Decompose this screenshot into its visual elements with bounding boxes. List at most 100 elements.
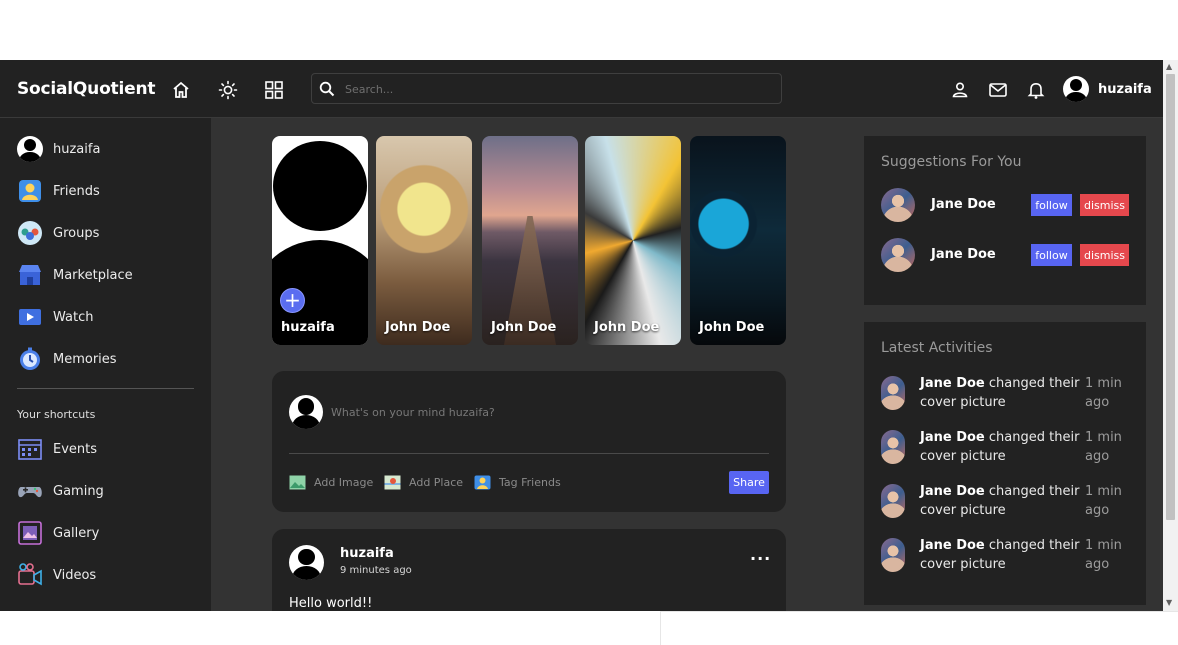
sidebar-item-label: huzaifa bbox=[53, 141, 101, 157]
bell-icon[interactable] bbox=[1026, 80, 1046, 100]
story-card-own[interactable]: + huzaifa bbox=[272, 136, 368, 345]
add-image-button[interactable]: Add Image bbox=[289, 474, 373, 490]
add-story-button[interactable]: + bbox=[280, 288, 305, 313]
action-label: Add Image bbox=[314, 475, 374, 489]
story-card[interactable]: John Doe bbox=[585, 136, 681, 345]
sidebar-item-label: Gaming bbox=[53, 483, 104, 499]
suggestion-row: Jane Doe follow dismiss bbox=[881, 188, 1131, 222]
sidebar-item-label: Events bbox=[53, 441, 98, 457]
memories-icon bbox=[20, 347, 40, 370]
sun-icon[interactable] bbox=[218, 80, 238, 100]
sidebar-item-marketplace[interactable]: Marketplace bbox=[17, 262, 133, 288]
activity-row: Jane Doe changed their cover picture 1 m… bbox=[881, 428, 1141, 468]
add-place-button[interactable]: Add Place bbox=[384, 474, 463, 490]
scrollbar-thumb[interactable] bbox=[1166, 74, 1175, 520]
sidebar-item-events[interactable]: Events bbox=[17, 436, 97, 462]
search-bar[interactable] bbox=[311, 73, 782, 104]
grid-icon[interactable] bbox=[264, 80, 284, 100]
more-options-icon[interactable]: ··· bbox=[750, 549, 771, 568]
user-avatar[interactable] bbox=[881, 238, 915, 272]
sidebar-item-label: Groups bbox=[53, 225, 100, 241]
post-author[interactable]: huzaifa bbox=[340, 546, 394, 561]
story-name: John Doe bbox=[594, 320, 660, 335]
map-icon bbox=[384, 475, 401, 489]
home-icon[interactable] bbox=[171, 80, 191, 100]
person-icon[interactable] bbox=[950, 80, 970, 100]
watch-icon bbox=[19, 309, 41, 325]
activity-message: Jane Doe changed their cover picture bbox=[920, 428, 1080, 466]
post-card: huzaifa 9 minutes ago ··· Hello world!! bbox=[272, 529, 786, 611]
panel-title: Latest Activities bbox=[881, 340, 993, 356]
sidebar-item-label: Watch bbox=[53, 309, 94, 325]
avatar[interactable] bbox=[289, 545, 324, 580]
activity-user[interactable]: Jane Doe bbox=[920, 484, 985, 499]
friends-icon bbox=[474, 475, 491, 489]
friends-icon bbox=[19, 180, 41, 202]
sidebar-item-label: Friends bbox=[53, 183, 100, 199]
sidebar-item-label: Videos bbox=[53, 567, 97, 583]
gaming-icon bbox=[18, 487, 42, 498]
sidebar-item-friends[interactable]: Friends bbox=[17, 178, 100, 204]
events-icon bbox=[18, 439, 42, 460]
top-navbar: SocialQuotient Search... huzaifa bbox=[0, 60, 1163, 118]
sidebar-divider bbox=[17, 388, 194, 389]
create-post-card: Add Image Add Place Tag Friends Share bbox=[272, 371, 786, 512]
sidebar-item-watch[interactable]: Watch bbox=[17, 304, 93, 330]
activities-panel: Latest Activities Jane Doe changed their… bbox=[864, 322, 1146, 605]
story-card[interactable]: John Doe bbox=[376, 136, 472, 345]
scroll-up-icon[interactable]: ▲ bbox=[1166, 62, 1172, 71]
user-avatar bbox=[881, 484, 905, 518]
app-window: SocialQuotient Search... huzaifa huzaifa… bbox=[0, 60, 1163, 611]
suggestions-panel: Suggestions For You Jane Doe follow dism… bbox=[864, 136, 1146, 305]
activity-user[interactable]: Jane Doe bbox=[920, 430, 985, 445]
sidebar-item-gallery[interactable]: Gallery bbox=[17, 520, 99, 546]
activity-user[interactable]: Jane Doe bbox=[920, 538, 985, 553]
suggestion-row: Jane Doe follow dismiss bbox=[881, 238, 1131, 272]
post-time: 9 minutes ago bbox=[340, 565, 412, 576]
story-avatar-head bbox=[273, 141, 367, 231]
activity-time: 1 min ago bbox=[1085, 538, 1122, 572]
sidebar-item-gaming[interactable]: Gaming bbox=[17, 478, 104, 504]
user-avatar bbox=[881, 538, 905, 572]
activity-message: Jane Doe changed their cover picture bbox=[920, 482, 1080, 520]
user-avatar bbox=[881, 376, 905, 410]
avatar bbox=[1063, 76, 1089, 102]
follow-button[interactable]: follow bbox=[1031, 194, 1072, 216]
sidebar-item-videos[interactable]: Videos bbox=[17, 562, 96, 588]
horizontal-scroll-area bbox=[660, 611, 1178, 645]
tag-friends-button[interactable]: Tag Friends bbox=[474, 474, 561, 490]
activity-row: Jane Doe changed their cover picture 1 m… bbox=[881, 374, 1141, 414]
avatar bbox=[289, 395, 323, 429]
activity-user[interactable]: Jane Doe bbox=[920, 376, 985, 391]
app-logo[interactable]: SocialQuotient bbox=[17, 79, 155, 99]
vertical-scrollbar[interactable]: ▲ ▼ bbox=[1163, 60, 1178, 611]
sidebar-item-groups[interactable]: Groups bbox=[17, 220, 99, 246]
action-label: Add Place bbox=[409, 475, 464, 489]
sidebar-item-memories[interactable]: Memories bbox=[17, 346, 117, 372]
dismiss-button[interactable]: dismiss bbox=[1080, 244, 1129, 266]
marketplace-icon bbox=[19, 265, 41, 285]
share-button[interactable]: Share bbox=[729, 471, 769, 494]
story-name: John Doe bbox=[491, 320, 557, 335]
activity-time: 1 min ago bbox=[1085, 430, 1122, 464]
follow-button[interactable]: follow bbox=[1031, 244, 1072, 266]
user-avatar[interactable] bbox=[881, 188, 915, 222]
shortcuts-title: Your shortcuts bbox=[17, 408, 96, 421]
post-input[interactable] bbox=[331, 402, 751, 422]
scroll-down-icon[interactable]: ▼ bbox=[1166, 598, 1172, 607]
mail-icon[interactable] bbox=[988, 80, 1008, 100]
activity-row: Jane Doe changed their cover picture 1 m… bbox=[881, 482, 1141, 522]
divider bbox=[289, 453, 769, 454]
dismiss-button[interactable]: dismiss bbox=[1080, 194, 1129, 216]
sidebar-item-label: Gallery bbox=[53, 525, 100, 541]
story-card[interactable]: John Doe bbox=[482, 136, 578, 345]
nav-user-menu[interactable]: huzaifa bbox=[1063, 76, 1152, 102]
search-input[interactable] bbox=[345, 80, 765, 98]
suggestion-name[interactable]: Jane Doe bbox=[931, 197, 996, 212]
nav-user-name: huzaifa bbox=[1098, 81, 1152, 97]
action-label: Tag Friends bbox=[499, 475, 561, 489]
videos-icon bbox=[18, 563, 42, 586]
story-card[interactable]: John Doe bbox=[690, 136, 786, 345]
suggestion-name[interactable]: Jane Doe bbox=[931, 247, 996, 262]
sidebar-item-profile[interactable]: huzaifa bbox=[17, 136, 100, 162]
